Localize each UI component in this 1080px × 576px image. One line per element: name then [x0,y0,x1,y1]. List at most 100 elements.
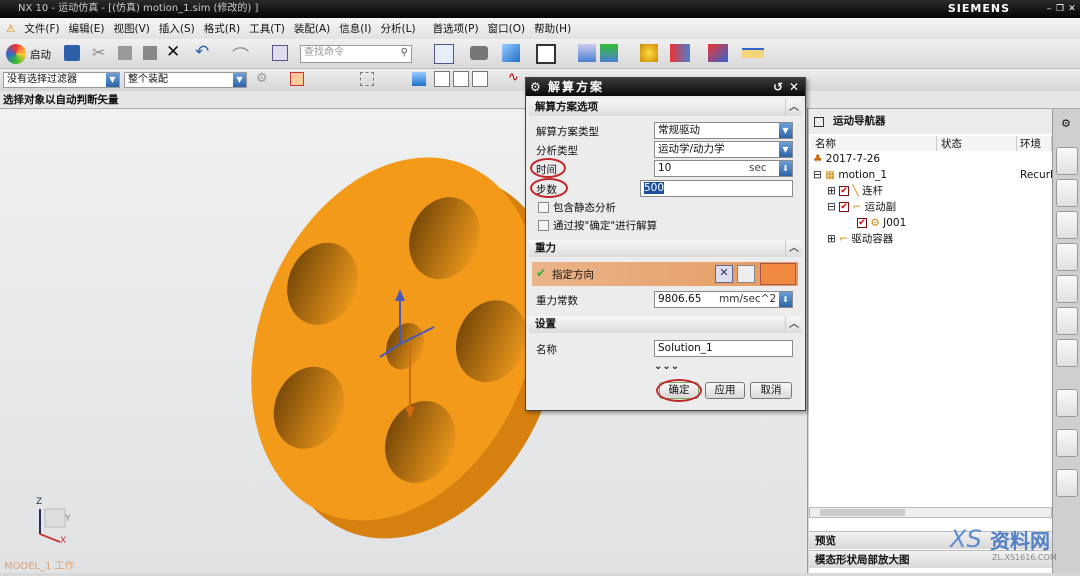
reverse-direction-icon[interactable] [737,265,755,283]
menu-tools[interactable]: 工具(T) [249,21,285,36]
menu-view[interactable]: 视图(V) [113,21,149,36]
gravity-constant-input[interactable]: 9806.65 mm/sec^2 ⬇ [654,291,793,308]
save-icon[interactable] [64,45,80,61]
column-status[interactable]: 状态 [937,136,1017,151]
tab-part-navigator[interactable] [1056,211,1078,239]
menu-format[interactable]: 格式(R) [204,21,241,36]
joint-icon[interactable] [600,44,618,62]
column-environment[interactable]: 环境 [1017,136,1052,151]
column-name[interactable]: 名称 [811,136,937,151]
menu-preferences[interactable]: 首选项(P) [433,21,479,36]
resource-bar: ⚙ [1052,109,1080,573]
solve-on-ok-checkbox[interactable] [538,220,549,231]
tab-hd3d[interactable] [1056,307,1078,335]
tab-reuse-library[interactable] [1056,275,1078,303]
reset-icon[interactable]: ↺ [771,78,787,96]
menu-file[interactable]: 文件(F) [24,21,59,36]
solid-icon[interactable] [412,72,426,86]
menu-insert[interactable]: 插入(S) [159,21,195,36]
tab-constraint-navigator[interactable] [1056,243,1078,271]
command-finder-icon[interactable] [272,45,288,61]
undo-icon[interactable]: ↶ [195,42,209,62]
box-select-icon[interactable] [360,72,374,86]
specify-direction-label: 指定方向 [552,269,594,281]
title-bar: NX 10 - 运动仿真 - [(仿真) motion_1.sim (修改的) … [0,0,1080,18]
solution-type-dropdown[interactable]: 常规驱动 ▼ [654,122,793,139]
analysis-type-dropdown[interactable]: 运动学/动力学 ▼ [654,141,793,158]
tree-item-date[interactable]: ♣ 2017-7-26 [813,151,880,167]
select-icon[interactable] [290,72,304,86]
motion-body-icon[interactable] [578,44,596,62]
time-unit-dropdown[interactable]: sec [749,161,767,176]
selection-filter-dropdown[interactable]: 没有选择过滤器 ▼ [3,72,120,88]
scope-dropdown[interactable]: 整个装配 ▼ [124,72,247,88]
pin-icon[interactable] [814,117,824,127]
point-snap-icon[interactable] [434,71,450,87]
tab-history[interactable] [1056,389,1078,417]
render-style-icon[interactable] [470,46,488,60]
menu-help[interactable]: 帮助(H) [534,21,571,36]
tab-web-browser[interactable] [1056,339,1078,367]
apply-button[interactable]: 应用 [705,382,745,399]
section-gravity[interactable]: 重力 ︿ [529,240,802,257]
animation-icon[interactable] [670,44,690,62]
spring-icon[interactable] [708,44,728,62]
paste-icon[interactable] [143,46,157,60]
tree-item-links[interactable]: ⊞ ✔ ╲ 连杆 [827,183,883,199]
app-icon: ⚠ [6,22,16,35]
steps-input[interactable]: 500 [640,180,793,197]
tab-motion-navigator[interactable] [1056,147,1078,175]
tree-item-j001[interactable]: ✔ ⚙ J001 [857,215,906,231]
main-toolbar: 启动 ✂ ✕ ↶ ⌒ 查找命令 ⚲ [0,39,1080,69]
horizontal-scrollbar[interactable] [809,507,1052,518]
tree-item-joints[interactable]: ⊟ ✔ ⌐ 运动副 [827,199,896,215]
curve-snap-icon[interactable]: ∿ [508,70,519,85]
copy-icon[interactable] [118,46,132,60]
tab-assembly-navigator[interactable] [1056,179,1078,207]
tab-clock[interactable] [1056,469,1078,497]
time-input[interactable]: 10 sec ⬇ [654,160,793,177]
navigator-title: 运动导航器 [833,115,886,127]
static-analysis-label: 包含静态分析 [553,202,616,214]
menu-window[interactable]: 窗口(O) [488,21,525,36]
cut-icon[interactable]: ✂ [92,43,105,62]
view-orientation-icon[interactable] [502,44,520,62]
dialog-close-icon[interactable]: ✕ [787,78,803,96]
name-input[interactable]: Solution_1 [654,340,793,357]
end-snap-icon[interactable] [472,71,488,87]
vector-dialog-icon[interactable]: ✕ [715,265,733,283]
menu-info[interactable]: 信息(I) [339,21,371,36]
dialog-title-bar[interactable]: ⚙ 解算方案 ↺ ✕ [526,78,805,96]
measure-icon[interactable] [742,48,764,58]
cancel-button[interactable]: 取消 [750,382,792,399]
repeat-command-icon[interactable]: ⌒ [232,42,249,67]
tab-system-materials[interactable] [1056,429,1078,457]
fit-view-icon[interactable] [434,44,454,64]
menu-assembly[interactable]: 装配(A) [294,21,330,36]
background-icon[interactable] [536,44,556,64]
section-settings[interactable]: 设置 ︿ [529,316,802,333]
close-button[interactable]: ✕ [1066,3,1078,15]
solver-icon[interactable] [640,44,658,62]
section-solution-options[interactable]: 解算方案选项 ︿ [529,99,802,116]
start-button[interactable]: 启动 [30,47,51,62]
x-axis-label: X [60,536,67,546]
name-label: 名称 [536,344,557,356]
menu-edit[interactable]: 编辑(E) [69,21,105,36]
static-analysis-checkbox[interactable] [538,202,549,213]
snap-icon[interactable]: ⚙ [256,71,268,86]
gravity-unit-dropdown[interactable]: mm/sec^2 [719,292,776,307]
dialog-title: 解算方案 [548,80,605,94]
menu-analysis[interactable]: 分析(L) [381,21,416,36]
line-snap-icon[interactable] [453,71,469,87]
specify-direction-row[interactable]: ✔ 指定方向 ✕ [532,262,798,286]
delete-icon[interactable]: ✕ [166,42,180,62]
motion-navigator: 运动导航器 名称 状态 环境 ♣ 2017-7-26 ⊟ ▦ motion_1 … [809,109,1058,573]
restore-button[interactable]: ❐ [1054,3,1066,15]
settings-icon[interactable]: ⚙ [1061,117,1071,130]
more-chevron-icon[interactable]: ⌄⌄⌄ [654,361,679,372]
tree-item-drivers[interactable]: ⊞ ⌐ 驱动容器 [827,231,893,247]
vector-type-dropdown[interactable] [760,263,796,285]
search-command-input[interactable]: 查找命令 ⚲ [300,45,412,63]
tree-item-motion[interactable]: ⊟ ▦ motion_1 [813,167,887,183]
